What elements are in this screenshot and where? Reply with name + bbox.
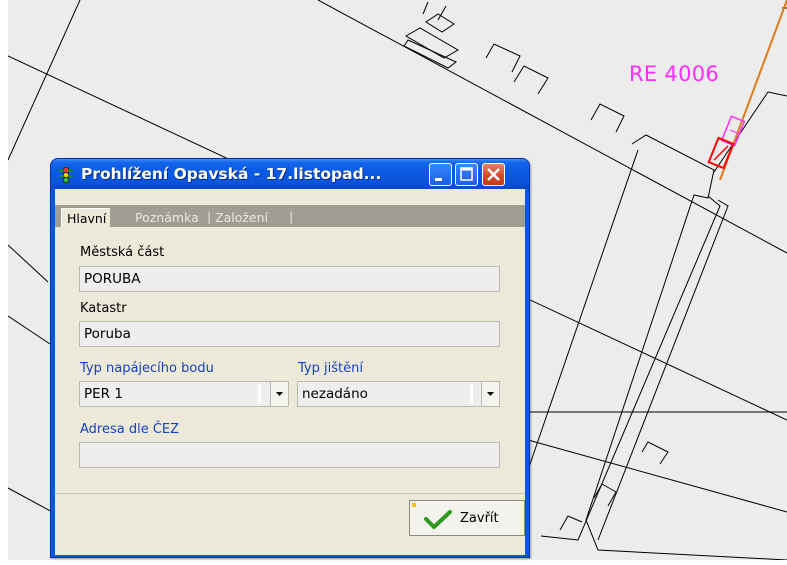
checkmark-icon bbox=[424, 510, 452, 529]
typ-jisteni-label: Typ jištění bbox=[298, 361, 363, 376]
traffic-light-icon bbox=[59, 167, 73, 183]
building-outline bbox=[485, 43, 521, 73]
building-outline bbox=[767, 91, 787, 97]
chevron-down-icon bbox=[487, 392, 494, 396]
preview-window: Prohlížení Opavská - 17.listopad... Hlav… bbox=[50, 158, 530, 558]
window-title: Prohlížení Opavská - 17.listopad... bbox=[81, 165, 382, 183]
adresa-dle-cez-label: Adresa dle ČEZ bbox=[80, 422, 180, 437]
tab-strip: Hlavní Poznámka | Založení | bbox=[55, 205, 525, 227]
zavrit-button-label: Zavřít bbox=[460, 511, 499, 526]
typ-napajeciho-bodu-value: PER 1 bbox=[84, 386, 123, 402]
parcel-line bbox=[8, 0, 81, 161]
close-icon bbox=[487, 168, 500, 181]
dropdown-button[interactable] bbox=[270, 382, 288, 406]
divider bbox=[55, 493, 525, 494]
maximize-icon bbox=[460, 167, 473, 181]
parcel-line bbox=[8, 244, 49, 283]
parcel-line bbox=[8, 487, 57, 515]
building-outline bbox=[590, 103, 625, 133]
maximize-button[interactable] bbox=[455, 163, 478, 186]
chevron-down-icon bbox=[276, 392, 283, 396]
minimize-icon bbox=[435, 178, 442, 181]
title-bar[interactable]: Prohlížení Opavská - 17.listopad... bbox=[51, 159, 529, 189]
typ-jisteni-value: nezadáno bbox=[302, 386, 368, 402]
tab-poznamka[interactable]: Poznámka bbox=[135, 208, 199, 227]
selected-marker bbox=[713, 145, 729, 161]
building-outline bbox=[559, 515, 583, 531]
adresa-dle-cez-field[interactable] bbox=[79, 442, 500, 468]
window-client: Hlavní Poznámka | Založení | Městská čás… bbox=[55, 189, 525, 555]
building-outline bbox=[597, 199, 729, 541]
close-window-button[interactable] bbox=[482, 163, 505, 186]
typ-jisteni-select[interactable]: nezadáno bbox=[297, 381, 500, 407]
parcel-line bbox=[8, 315, 51, 345]
dropdown-button[interactable] bbox=[481, 382, 499, 406]
tab-separator: | bbox=[207, 209, 212, 224]
building-outline bbox=[641, 441, 669, 465]
building-outline bbox=[540, 195, 721, 541]
tab-hlavni[interactable]: Hlavní bbox=[61, 208, 111, 227]
zavrit-button[interactable]: Zavřít bbox=[409, 500, 525, 536]
typ-napajeciho-bodu-label: Typ napájecího bodu bbox=[80, 361, 214, 376]
focus-spark bbox=[412, 503, 416, 507]
tab-zalozeni[interactable]: Založení bbox=[215, 208, 268, 227]
text-caret bbox=[258, 384, 261, 404]
building-outline bbox=[422, 1, 455, 33]
map-label-re: RE 4006 bbox=[629, 62, 720, 86]
katastr-field[interactable]: Poruba bbox=[79, 321, 500, 347]
mestska-cast-label: Městská část bbox=[80, 245, 165, 260]
mestska-cast-field[interactable]: PORUBA bbox=[79, 266, 500, 292]
building-outline bbox=[527, 149, 639, 471]
minimize-button[interactable] bbox=[429, 163, 452, 186]
building-outline bbox=[713, 91, 769, 173]
katastr-label: Katastr bbox=[80, 301, 127, 316]
parcel-line bbox=[527, 439, 787, 513]
building-outline bbox=[513, 65, 549, 95]
text-caret bbox=[470, 384, 473, 404]
tab-separator: | bbox=[289, 209, 294, 224]
typ-napajeciho-bodu-select[interactable]: PER 1 bbox=[79, 381, 289, 407]
